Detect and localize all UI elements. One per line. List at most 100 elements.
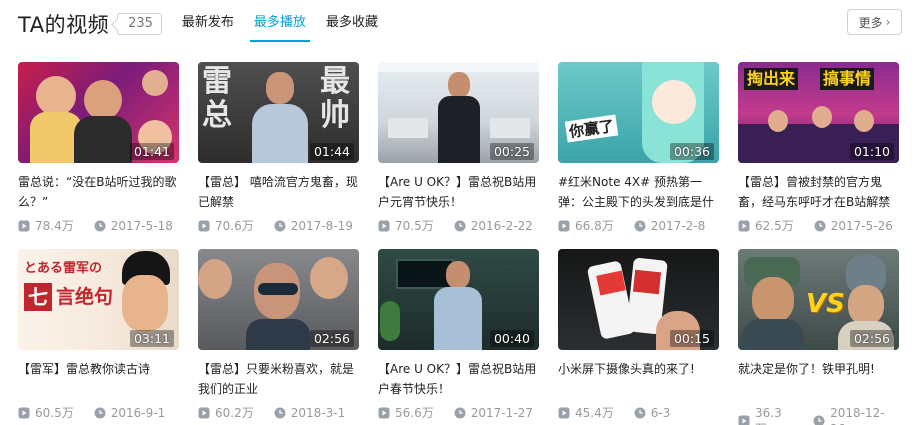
play-count-value: 70.6万 <box>215 219 254 233</box>
upload-date-value: 2018-12-26 <box>830 406 885 425</box>
play-count: 78.4万 <box>18 218 74 234</box>
upload-date-value: 6-3 <box>650 406 671 420</box>
video-stats: 66.8万 2017-2-8 <box>558 218 719 234</box>
play-icon <box>378 407 390 419</box>
video-stats: 36.3万 2018-12-26 <box>738 405 899 425</box>
video-thumbnail[interactable]: 00:15 <box>558 249 719 350</box>
upload-date-value: 2017-2-8 <box>650 219 706 233</box>
upload-date: 2017-5-18 <box>94 218 173 234</box>
video-title[interactable]: 【雷总】曾被封禁的官方鬼畜，经马东呼吁才在B站解禁 <box>738 172 899 212</box>
video-thumbnail[interactable]: 掏出来 搞事情 01:10 <box>738 62 899 163</box>
clock-icon <box>813 415 825 425</box>
upload-date-value: 2017-5-26 <box>830 219 893 233</box>
clock-icon <box>814 220 826 232</box>
video-card[interactable]: 00:40 【Are U OK？】雷总祝B站用户春节快乐！ 56.6万 2017… <box>378 249 539 421</box>
upload-date: 2016-9-1 <box>94 405 165 421</box>
upload-date: 2017-2-8 <box>634 218 705 234</box>
video-stats: 78.4万 2017-5-18 <box>18 218 179 234</box>
video-card[interactable]: とある雷军の 七 言绝句 03:11 【雷军】雷总教你读古诗 60.5万 201… <box>18 249 179 421</box>
clock-icon <box>94 407 106 419</box>
chevron-right-icon: › <box>885 15 891 29</box>
video-duration: 03:11 <box>129 330 174 347</box>
section-title: TA的视频 <box>18 13 110 37</box>
play-icon <box>18 407 30 419</box>
video-duration: 01:10 <box>849 143 894 160</box>
video-thumbnail[interactable]: 02:56 <box>198 249 359 350</box>
tab-most-favorited[interactable]: 最多收藏 <box>320 6 384 42</box>
play-icon <box>738 415 750 425</box>
video-stats: 70.5万 2016-2-22 <box>378 218 539 234</box>
video-card[interactable]: 00:25 【Are U OK？】雷总祝B站用户元宵节快乐！ 70.5万 201… <box>378 62 539 234</box>
play-count: 60.5万 <box>18 405 74 421</box>
play-count-value: 56.6万 <box>395 406 434 420</box>
video-duration: 02:56 <box>849 330 894 347</box>
video-stats: 60.5万 2016-9-1 <box>18 405 179 421</box>
thumbnail-caption: 最 <box>320 64 350 99</box>
play-count-value: 78.4万 <box>35 219 74 233</box>
video-title[interactable]: 小米屏下摄像头真的来了! <box>558 359 719 399</box>
video-card[interactable]: 雷 总 最 帅 01:44 【雷总】 嘻哈流官方鬼畜，现已解禁 70.6万 20… <box>198 62 359 234</box>
video-title[interactable]: 就决定是你了！铁甲孔明! <box>738 359 899 399</box>
video-title[interactable]: 【Are U OK？】雷总祝B站用户春节快乐！ <box>378 359 539 399</box>
upload-date: 2018-3-1 <box>274 405 345 421</box>
video-title[interactable]: 雷总说：“没在B站听过我的歌么？” <box>18 172 179 212</box>
video-thumbnail[interactable]: とある雷军の 七 言绝句 03:11 <box>18 249 179 350</box>
upload-date-value: 2017-8-19 <box>290 219 353 233</box>
upload-date-value: 2016-2-22 <box>470 219 533 233</box>
video-card[interactable]: 你赢了 00:36 #红米Note 4X# 预热第一弹：公主殿下的头发到底是什么… <box>558 62 719 234</box>
play-icon <box>558 220 570 232</box>
video-stats: 60.2万 2018-3-1 <box>198 405 359 421</box>
video-thumbnail[interactable]: VS 02:56 <box>738 249 899 350</box>
video-card[interactable]: 掏出来 搞事情 01:10 【雷总】曾被封禁的官方鬼畜，经马东呼吁才在B站解禁 … <box>738 62 899 234</box>
video-title[interactable]: 【Are U OK？】雷总祝B站用户元宵节快乐！ <box>378 172 539 212</box>
more-button[interactable]: 更多 › <box>847 9 902 35</box>
video-card[interactable]: VS 02:56 就决定是你了！铁甲孔明! 36.3万 2018-12-26 <box>738 249 899 425</box>
clock-icon <box>454 220 466 232</box>
video-duration: 00:40 <box>489 330 534 347</box>
thumbnail-caption: 雷 <box>202 64 232 99</box>
clock-icon <box>454 407 466 419</box>
play-count: 70.5万 <box>378 218 434 234</box>
clock-icon <box>94 220 106 232</box>
play-icon <box>738 220 750 232</box>
video-title[interactable]: #红米Note 4X# 预热第一弹：公主殿下的头发到底是什么颜色 <box>558 172 719 212</box>
thumbnail-caption: 搞事情 <box>820 68 875 90</box>
upload-date: 6-3 <box>634 405 671 421</box>
video-title[interactable]: 【雷总】 嘻哈流官方鬼畜，现已解禁 <box>198 172 359 212</box>
video-card[interactable]: 00:15 小米屏下摄像头真的来了! 45.4万 6-3 <box>558 249 719 421</box>
play-count: 66.8万 <box>558 218 614 234</box>
play-count: 56.6万 <box>378 405 434 421</box>
upload-date: 2017-8-19 <box>274 218 353 234</box>
section-header: TA的视频 235 最新发布 最多播放 最多收藏 更多 › <box>18 6 902 42</box>
clock-icon <box>274 220 286 232</box>
video-thumbnail[interactable]: 00:25 <box>378 62 539 163</box>
video-thumbnail[interactable]: 你赢了 00:36 <box>558 62 719 163</box>
video-thumbnail[interactable]: 01:41 <box>18 62 179 163</box>
video-title[interactable]: 【雷军】雷总教你读古诗 <box>18 359 179 399</box>
clock-icon <box>274 407 286 419</box>
thumbnail-caption: 掏出来 <box>744 68 799 90</box>
play-icon <box>378 220 390 232</box>
video-title[interactable]: 【雷总】只要米粉喜欢，就是我们的正业 <box>198 359 359 399</box>
video-card[interactable]: 01:41 雷总说：“没在B站听过我的歌么？” 78.4万 2017-5-18 <box>18 62 179 234</box>
video-duration: 01:44 <box>309 143 354 160</box>
thumbnail-caption: 七 <box>24 283 52 311</box>
tab-most-played[interactable]: 最多播放 <box>248 6 312 42</box>
upload-date-value: 2017-1-27 <box>470 406 533 420</box>
upload-date: 2018-12-26 <box>813 405 899 425</box>
video-thumbnail[interactable]: 雷 总 最 帅 01:44 <box>198 62 359 163</box>
video-thumbnail[interactable]: 00:40 <box>378 249 539 350</box>
video-duration: 01:41 <box>129 143 174 160</box>
video-card[interactable]: 02:56 【雷总】只要米粉喜欢，就是我们的正业 60.2万 2018-3-1 <box>198 249 359 421</box>
play-count-value: 62.5万 <box>755 219 794 233</box>
play-count-value: 36.3万 <box>755 406 782 425</box>
thumbnail-caption: 帅 <box>320 98 350 133</box>
upload-date-value: 2018-3-1 <box>290 406 346 420</box>
thumbnail-caption: 言绝句 <box>56 286 114 308</box>
video-stats: 70.6万 2017-8-19 <box>198 218 359 234</box>
upload-date-value: 2016-9-1 <box>110 406 166 420</box>
tab-latest[interactable]: 最新发布 <box>176 6 240 42</box>
upload-date-value: 2017-5-18 <box>110 219 173 233</box>
video-duration: 00:25 <box>489 143 534 160</box>
play-count: 70.6万 <box>198 218 254 234</box>
